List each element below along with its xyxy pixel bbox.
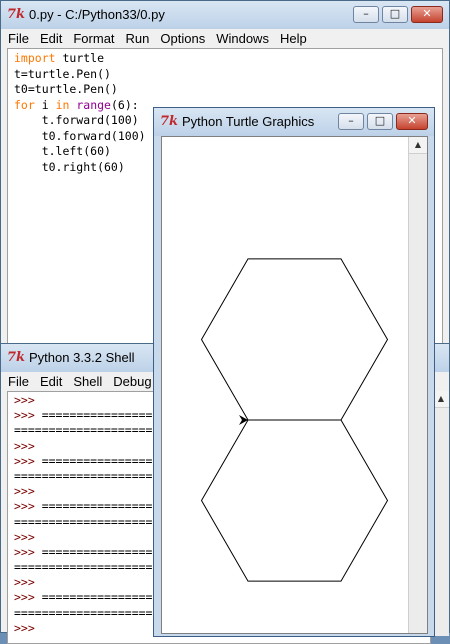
code-line: import turtle bbox=[14, 51, 105, 65]
minimize-button[interactable]: – bbox=[338, 113, 364, 130]
menu-help[interactable]: Help bbox=[274, 29, 312, 46]
editor-title: 0.py - C:/Python33/0.py bbox=[29, 7, 165, 22]
menu-file[interactable]: File bbox=[2, 372, 34, 389]
turtle-arrow-icon bbox=[239, 415, 248, 425]
scroll-up-arrow[interactable]: ▲ bbox=[433, 391, 449, 408]
close-button[interactable]: ✕ bbox=[411, 6, 443, 23]
menu-format[interactable]: Format bbox=[67, 29, 119, 46]
scroll-up-arrow[interactable]: ▲ bbox=[409, 137, 427, 154]
menu-shell[interactable]: Shell bbox=[67, 372, 107, 389]
editor-menubar: File Edit Format Run Options Windows Help bbox=[2, 29, 448, 48]
turtle-title: Python Turtle Graphics bbox=[182, 114, 315, 129]
menu-edit[interactable]: Edit bbox=[34, 29, 67, 46]
maximize-button[interactable]: □ bbox=[367, 113, 393, 130]
turtle-canvas[interactable] bbox=[162, 137, 409, 633]
hexagon-path-t0 bbox=[200, 419, 389, 582]
menu-run[interactable]: Run bbox=[120, 29, 155, 46]
close-button[interactable]: ✕ bbox=[396, 113, 428, 130]
editor-titlebar[interactable]: 7k 0.py - C:/Python33/0.py – □ ✕ bbox=[1, 1, 449, 29]
menu-file[interactable]: File bbox=[2, 29, 34, 46]
menu-edit[interactable]: Edit bbox=[34, 372, 67, 389]
tk-feather-icon: 7k bbox=[160, 114, 179, 129]
code-line: t=turtle.Pen() bbox=[14, 66, 111, 81]
maximize-button[interactable]: □ bbox=[382, 6, 408, 23]
turtle-scrollbar[interactable]: ▲ bbox=[408, 137, 427, 633]
shell-title: Python 3.3.2 Shell bbox=[29, 350, 135, 365]
turtle-window: 7k Python Turtle Graphics – □ ✕ ▲ bbox=[153, 107, 435, 637]
turtle-titlebar[interactable]: 7k Python Turtle Graphics – □ ✕ bbox=[154, 108, 434, 136]
tk-feather-icon: 7k bbox=[7, 350, 26, 365]
tk-feather-icon: 7k bbox=[7, 7, 26, 22]
menu-options[interactable]: Options bbox=[154, 29, 210, 46]
code-line: t0=turtle.Pen() bbox=[14, 82, 118, 96]
menu-debug[interactable]: Debug bbox=[107, 372, 156, 389]
minimize-button[interactable]: – bbox=[353, 6, 379, 23]
hexagon-path-t bbox=[200, 258, 389, 421]
turtle-canvas-frame: ▲ bbox=[161, 136, 428, 634]
menu-windows[interactable]: Windows bbox=[210, 29, 274, 46]
